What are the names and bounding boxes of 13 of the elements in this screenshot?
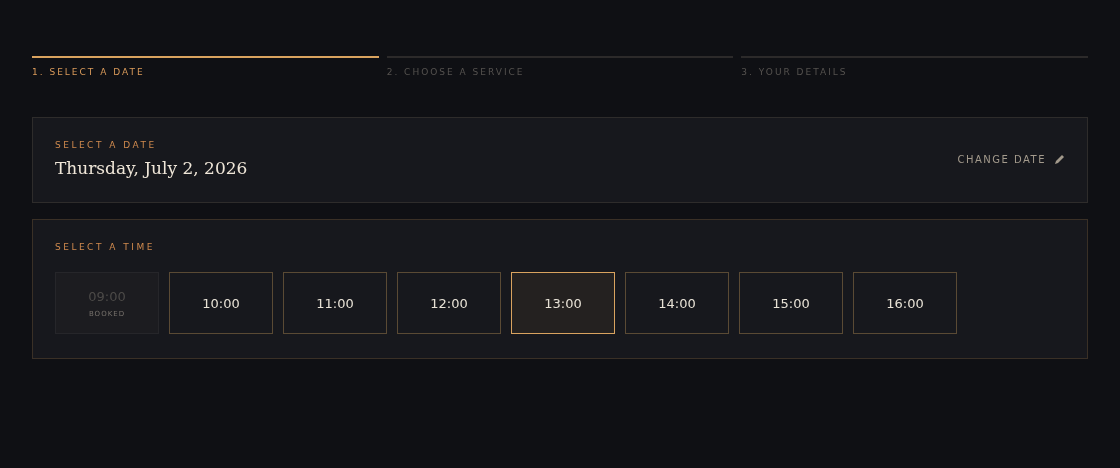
time-slot-button[interactable]: 11:00 xyxy=(283,272,387,334)
section-label: SELECT A TIME xyxy=(55,242,156,252)
pencil-icon xyxy=(1054,153,1065,165)
time-slot-button[interactable]: 12:00 xyxy=(397,272,501,334)
time-slot-button[interactable]: 10:00 xyxy=(169,272,273,334)
time-slot-button[interactable]: 15:00 xyxy=(739,272,843,334)
time-slot-button[interactable]: 13:00 xyxy=(511,272,615,334)
section-label: SELECT A DATE xyxy=(55,140,158,150)
time-slot-button[interactable]: 16:00 xyxy=(853,272,957,334)
time-slot-button[interactable]: 14:00 xyxy=(625,272,729,334)
change-date-button[interactable]: CHANGE DATE xyxy=(957,153,1065,165)
step-tab[interactable]: 1. SELECT A DATE xyxy=(32,56,379,77)
selected-date: Thursday, July 2, 2026 xyxy=(55,158,248,178)
